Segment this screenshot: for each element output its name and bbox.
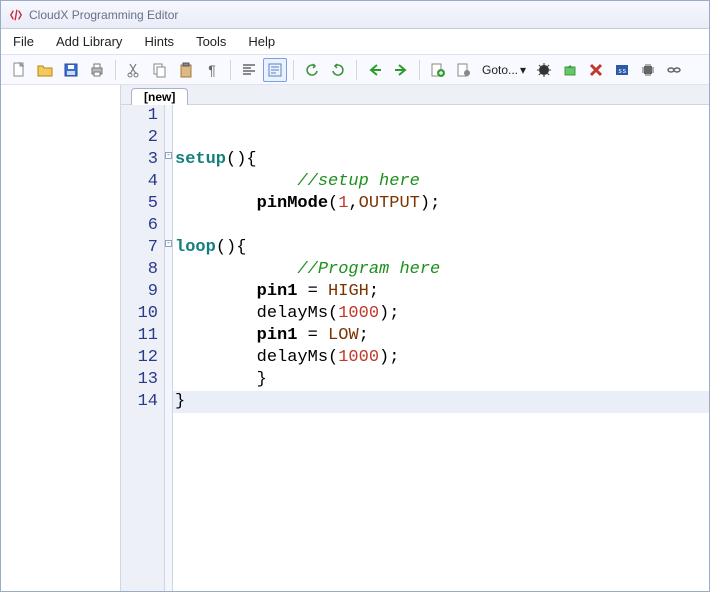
code-line[interactable]: pin1 = HIGH; (173, 281, 709, 303)
menubar: File Add Library Hints Tools Help (1, 29, 709, 55)
line-number: 10 (121, 303, 164, 325)
line-number: 4 (121, 171, 164, 193)
save-button[interactable] (59, 58, 83, 82)
nav-forward-button[interactable] (389, 58, 413, 82)
undo-button[interactable] (300, 58, 324, 82)
align-left-button[interactable] (237, 58, 261, 82)
chip-icon[interactable] (636, 58, 660, 82)
line-number: 11 (121, 325, 164, 347)
menu-tools[interactable]: Tools (196, 34, 226, 49)
toolbar-separator (230, 60, 231, 80)
line-number: 2 (121, 127, 164, 149)
paste-button[interactable] (174, 58, 198, 82)
stop-button[interactable] (584, 58, 608, 82)
chevron-down-icon: ▾ (520, 63, 526, 77)
menu-add-library[interactable]: Add Library (56, 34, 122, 49)
code-line[interactable] (173, 105, 709, 127)
code-line[interactable]: delayMs(1000); (173, 303, 709, 325)
build-button[interactable] (532, 58, 556, 82)
copy-button[interactable] (148, 58, 172, 82)
app-logo-icon (9, 8, 23, 22)
code-line[interactable]: pinMode(1,OUTPUT); (173, 193, 709, 215)
code-line[interactable]: //setup here (173, 171, 709, 193)
line-number: 1 (121, 105, 164, 127)
line-number: 13 (121, 369, 164, 391)
print-button[interactable] (85, 58, 109, 82)
open-file-button[interactable] (33, 58, 57, 82)
goto-button[interactable]: Goto...▾ (478, 63, 530, 77)
toolbar-separator (356, 60, 357, 80)
nav-back-button[interactable] (363, 58, 387, 82)
line-number: 6 (121, 215, 164, 237)
code-line[interactable] (173, 215, 709, 237)
cut-button[interactable] (122, 58, 146, 82)
code-line[interactable]: } (173, 369, 709, 391)
fold-marker-icon[interactable]: - (165, 240, 172, 247)
svg-text:ss: ss (618, 67, 626, 75)
code-line[interactable]: } (173, 391, 709, 413)
window-title: CloudX Programming Editor (29, 8, 178, 22)
main-area: [new] 1234567891011121314 - - setup(){ /… (1, 85, 709, 591)
line-number: 3 (121, 149, 164, 171)
menu-file[interactable]: File (13, 34, 34, 49)
code-line[interactable]: //Program here (173, 259, 709, 281)
new-file-button[interactable] (7, 58, 31, 82)
code-line[interactable] (173, 127, 709, 149)
code-line[interactable]: loop(){ (173, 237, 709, 259)
code-line[interactable]: pin1 = LOW; (173, 325, 709, 347)
line-number: 14 (121, 391, 164, 413)
page-settings-button[interactable] (452, 58, 476, 82)
tab-active[interactable]: [new] (131, 88, 188, 105)
sidebar-panel (1, 85, 121, 591)
menu-help[interactable]: Help (248, 34, 275, 49)
tabbar: [new] (121, 85, 709, 105)
format-box-button[interactable] (263, 58, 287, 82)
toolbar-separator (293, 60, 294, 80)
code-editor[interactable]: 1234567891011121314 - - setup(){ //setup… (121, 105, 709, 591)
line-number: 5 (121, 193, 164, 215)
line-number: 12 (121, 347, 164, 369)
line-number: 7 (121, 237, 164, 259)
pilcrow-button[interactable]: ¶ (200, 58, 224, 82)
toolbar: ¶ Goto...▾ ss (1, 55, 709, 85)
toolbar-separator (419, 60, 420, 80)
upload-button[interactable] (558, 58, 582, 82)
fold-marker-icon[interactable]: - (165, 152, 172, 159)
code-text[interactable]: setup(){ //setup here pinMode(1,OUTPUT);… (173, 105, 709, 591)
toolbar-separator (115, 60, 116, 80)
line-number: 8 (121, 259, 164, 281)
fold-column: - - (165, 105, 173, 591)
window-titlebar: CloudX Programming Editor (1, 1, 709, 29)
line-number-gutter: 1234567891011121314 (121, 105, 165, 591)
serial-monitor-button[interactable]: ss (610, 58, 634, 82)
menu-hints[interactable]: Hints (144, 34, 174, 49)
code-line[interactable]: setup(){ (173, 149, 709, 171)
redo-button[interactable] (326, 58, 350, 82)
code-line[interactable]: delayMs(1000); (173, 347, 709, 369)
link-icon[interactable] (662, 58, 686, 82)
editor-area: [new] 1234567891011121314 - - setup(){ /… (121, 85, 709, 591)
line-number: 9 (121, 281, 164, 303)
page-add-button[interactable] (426, 58, 450, 82)
